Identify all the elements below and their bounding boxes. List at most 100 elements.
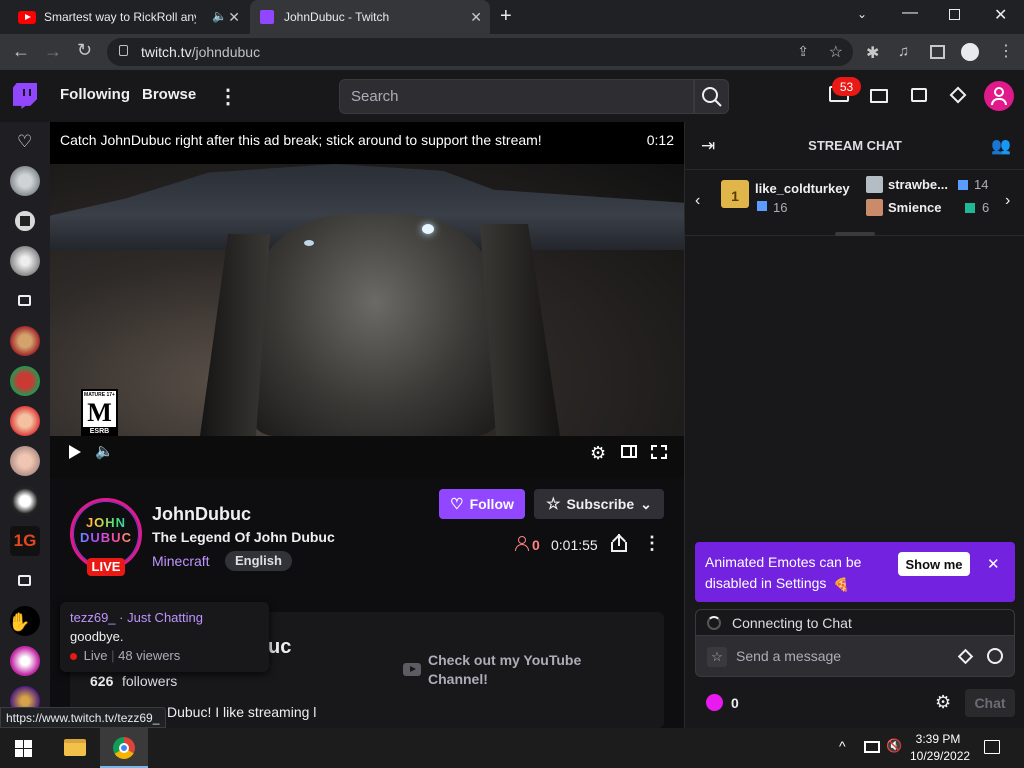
search-input[interactable]: Search: [339, 79, 694, 114]
youtube-panel-icon[interactable]: [403, 663, 421, 676]
user-avatar[interactable]: [984, 81, 1014, 111]
more-menu-icon[interactable]: ⋮: [218, 84, 238, 109]
video-player[interactable]: Catch JohnDubuc right after this ad brea…: [50, 122, 684, 478]
leaderboard-handle[interactable]: [835, 232, 875, 236]
twitch-logo-icon[interactable]: [13, 83, 37, 109]
chat-settings-gear-icon[interactable]: ⚙: [935, 692, 951, 713]
channel-avatar[interactable]: [10, 406, 40, 436]
file-explorer-icon[interactable]: [64, 739, 86, 756]
show-hidden-icons-chevron-icon[interactable]: ^: [839, 738, 846, 754]
settings-gear-icon[interactable]: ⚙: [590, 443, 606, 464]
clock-time[interactable]: 3:39 PM: [915, 732, 961, 746]
follow-button[interactable]: ♡ Follow: [439, 489, 525, 519]
channel-name[interactable]: JohnDubuc: [152, 504, 251, 525]
channel-avatar[interactable]: [10, 446, 40, 476]
search-button[interactable]: [694, 79, 729, 114]
language-tag[interactable]: English: [225, 551, 292, 571]
channel-avatar[interactable]: 1G: [10, 526, 40, 556]
youtube-panel-link[interactable]: Check out my YouTube Channel!: [428, 651, 588, 689]
volume-icon[interactable]: 🔈: [95, 442, 114, 460]
gifter-name[interactable]: Smience: [888, 200, 941, 215]
esrb-rating-letter: M: [87, 398, 112, 427]
more-options-icon[interactable]: ⋮: [643, 533, 661, 554]
share-icon[interactable]: [611, 533, 627, 552]
restore-button[interactable]: [949, 9, 960, 20]
gift-icon: [958, 180, 968, 190]
channel-avatar[interactable]: [10, 486, 40, 516]
channel-avatar[interactable]: [10, 646, 40, 676]
game-category-link[interactable]: Minecraft: [152, 553, 210, 569]
minimize-button[interactable]: —: [902, 4, 918, 22]
channel-points-star-icon[interactable]: ☆: [707, 647, 727, 667]
chevron-right-icon[interactable]: ›: [1005, 192, 1010, 210]
bits-icon[interactable]: [957, 648, 974, 665]
channel-avatar[interactable]: [10, 246, 40, 276]
channel-avatar[interactable]: [10, 326, 40, 356]
notifications-icon[interactable]: [984, 740, 1000, 754]
browser-tab-twitch[interactable]: JohnDubuc - Twitch ✕: [250, 0, 490, 34]
bookmark-star-icon[interactable]: ☆: [829, 42, 843, 62]
clock-date[interactable]: 10/29/2022: [910, 749, 970, 763]
channel-avatar[interactable]: [10, 366, 40, 396]
network-icon[interactable]: [864, 741, 880, 753]
new-tab-button[interactable]: +: [500, 5, 512, 28]
tooltip-viewers: 48 viewers: [118, 648, 181, 663]
chat-title: STREAM CHAT: [808, 138, 902, 153]
gift-rank-icon: [866, 199, 883, 216]
extensions-icon[interactable]: ✱: [866, 43, 879, 63]
fullscreen-icon[interactable]: [651, 445, 667, 459]
chat-header: ⇥ STREAM CHAT 👥: [685, 122, 1024, 170]
chevron-left-icon[interactable]: ‹: [695, 192, 700, 210]
close-notice-icon[interactable]: ✕: [987, 555, 1000, 573]
gifter-name[interactable]: strawbe...: [888, 177, 948, 192]
browser-menu-icon[interactable]: ⋮: [998, 41, 1014, 61]
nav-browse[interactable]: Browse: [142, 86, 196, 103]
live-badge: LIVE: [87, 558, 125, 576]
nav-following[interactable]: Following: [60, 86, 130, 103]
browser-tab-youtube[interactable]: Smartest way to RickRoll any 🔈 ✕: [8, 0, 248, 34]
windows-start-icon[interactable]: [15, 740, 32, 757]
chrome-taskbar-icon[interactable]: [100, 728, 148, 768]
video-camera-icon[interactable]: [18, 575, 31, 586]
address-bar[interactable]: twitch.tv/johndubuc ⇪ ☆: [107, 38, 853, 66]
close-window-button[interactable]: ✕: [994, 5, 1007, 25]
pizza-emote-icon: 🍕: [833, 577, 850, 592]
video-camera-icon[interactable]: [18, 295, 31, 306]
chat-message-input[interactable]: ☆ Send a message: [695, 635, 1015, 677]
glowing-eye: [422, 224, 434, 234]
channel-points-icon[interactable]: [706, 694, 723, 711]
media-control-icon[interactable]: ♫: [898, 43, 909, 60]
community-icon[interactable]: 👥: [991, 136, 1011, 156]
tooltip-username: tezz69_: [70, 610, 116, 625]
gifter-name[interactable]: like_coldturkey: [755, 181, 850, 196]
theatre-mode-icon[interactable]: [621, 445, 637, 458]
share-icon[interactable]: ⇪: [797, 43, 809, 60]
emote-picker-icon[interactable]: [987, 648, 1003, 664]
player-controls: 🔈 ⚙: [50, 436, 684, 478]
twitch-favicon-icon: [260, 10, 274, 24]
whispers-icon[interactable]: [911, 88, 927, 102]
side-panel-icon[interactable]: [930, 45, 945, 59]
tab-search-icon[interactable]: ⌄: [857, 7, 867, 21]
chevron-down-icon: ⌄: [640, 495, 652, 512]
about-title-partial: uc: [268, 636, 292, 658]
close-tab-icon[interactable]: ✕: [470, 9, 482, 26]
channel-avatar[interactable]: [10, 206, 40, 236]
forward-button[interactable]: →: [44, 41, 62, 62]
gift-count: 16: [773, 200, 788, 215]
windows-taskbar: ^ 🔇 3:39 PM 10/29/2022: [0, 728, 1024, 768]
channel-avatar[interactable]: [10, 166, 40, 196]
show-me-button[interactable]: Show me: [898, 552, 970, 576]
reload-button[interactable]: ↻: [77, 40, 92, 61]
back-button[interactable]: ←: [12, 41, 30, 62]
face-shape: [250, 214, 500, 436]
close-tab-icon[interactable]: ✕: [228, 9, 240, 26]
volume-muted-icon[interactable]: 🔇: [886, 738, 902, 754]
chat-send-button[interactable]: Chat: [965, 689, 1015, 717]
profile-icon[interactable]: [961, 43, 979, 61]
mail-icon[interactable]: [870, 89, 888, 103]
play-icon[interactable]: [69, 445, 81, 459]
followed-channels-sidebar: ♡ 1G: [0, 122, 50, 728]
browser-tab-strip: Smartest way to RickRoll any 🔈 ✕ JohnDub…: [0, 0, 1024, 34]
subscribe-button[interactable]: ☆ Subscribe ⌄: [534, 489, 664, 519]
